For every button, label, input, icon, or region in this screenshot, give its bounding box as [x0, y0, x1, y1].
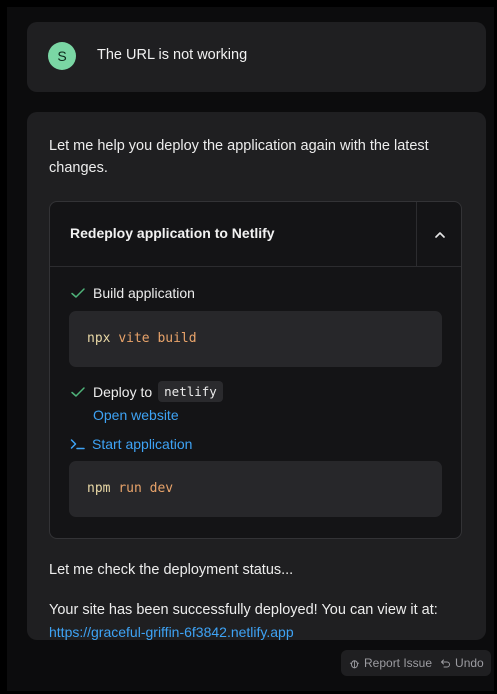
build-command-block: npx vite build — [69, 311, 442, 367]
bug-icon — [349, 659, 360, 668]
undo-icon — [441, 659, 451, 667]
action-header[interactable]: Redeploy application to Netlify — [50, 202, 461, 267]
step-start-label: Start application — [92, 436, 193, 452]
check-icon — [71, 386, 85, 397]
user-avatar: S — [48, 42, 76, 70]
success-text: Your site has been successfully deployed… — [49, 602, 438, 618]
user-message-text: The URL is not working — [97, 47, 248, 63]
step-deploy: Deploy to netlify — [70, 381, 223, 402]
collapse-button[interactable] — [416, 202, 461, 266]
deploy-target: netlify — [158, 381, 223, 402]
report-issue-button[interactable]: Report Issue — [349, 656, 432, 670]
chat-panel: S The URL is not working Let me help you… — [7, 7, 494, 691]
deploy-action-panel: Redeploy application to Netlify Build ap… — [49, 201, 462, 539]
assistant-intro-text: Let me help you deploy the application a… — [49, 138, 429, 176]
user-message-card: S The URL is not working — [27, 22, 486, 92]
message-actions: Report Issue Undo — [341, 650, 491, 676]
step-deploy-label: Deploy to — [93, 383, 153, 400]
step-start[interactable]: Start application — [70, 436, 192, 452]
site-url-link[interactable]: https://graceful-griffin-6f3842.netlify.… — [49, 624, 294, 640]
chevron-up-icon — [434, 231, 445, 238]
start-command-block: npm run dev — [69, 461, 442, 517]
check-icon — [71, 288, 85, 298]
terminal-icon — [70, 439, 85, 450]
status-text: Let me check the deployment status... — [49, 562, 294, 578]
action-title: Redeploy application to Netlify — [70, 225, 275, 241]
open-website-link[interactable]: Open website — [93, 407, 179, 423]
start-command: npm run dev — [87, 481, 174, 496]
assistant-message-card: Let me help you deploy the application a… — [27, 112, 486, 640]
undo-button[interactable]: Undo — [440, 656, 484, 670]
step-build: Build application — [70, 285, 195, 301]
build-command: npx vite build — [87, 331, 197, 346]
step-build-label: Build application — [93, 285, 195, 301]
report-issue-label: Report Issue — [364, 656, 433, 670]
undo-label: Undo — [455, 656, 484, 670]
